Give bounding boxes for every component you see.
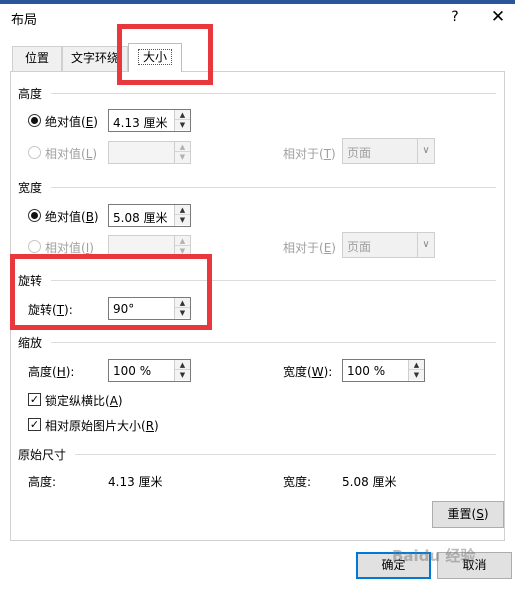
spin-down-icon[interactable]: ▼ [175,152,190,162]
spin-down-icon[interactable]: ▼ [409,370,424,380]
help-button[interactable]: ? [446,8,464,26]
dropdown-arrow-icon: ∨ [417,233,434,257]
scale-section-title: 缩放 [18,336,43,350]
separator [51,93,496,94]
spin-up-icon[interactable]: ▲ [175,142,190,152]
height-relative-to-select[interactable]: 页面 ∨ [342,138,435,164]
spin-up-icon[interactable]: ▲ [175,236,190,246]
spin-up-icon[interactable]: ▲ [175,205,190,215]
original-height-label: 高度: [28,475,57,489]
lock-aspect-checkbox[interactable]: ✓ [28,393,41,406]
highlight-box-tab [117,24,213,85]
height-relative-label: 相对值(L) [45,147,98,161]
original-section-title: 原始尺寸 [18,448,67,462]
original-width-label: 宽度: [283,475,312,489]
close-button[interactable]: ✕ [487,6,509,28]
separator [75,454,496,455]
height-absolute-radio[interactable] [28,114,41,127]
spin-up-icon[interactable]: ▲ [409,360,424,370]
height-section-title: 高度 [18,87,43,101]
scale-width-input[interactable]: 100 % ▲ ▼ [342,359,425,382]
spin-down-icon[interactable]: ▼ [175,120,190,130]
scale-width-label: 宽度(W): [283,365,333,379]
width-absolute-radio[interactable] [28,209,41,222]
separator [51,187,496,188]
checkmark-icon: ✓ [29,393,40,406]
checkmark-icon: ✓ [29,418,40,431]
spin-down-icon[interactable]: ▼ [175,370,190,380]
spin-down-icon[interactable]: ▼ [175,215,190,225]
width-section-title: 宽度 [18,181,43,195]
spin-up-icon[interactable]: ▲ [175,110,190,120]
width-absolute-label: 绝对值(B) [45,210,99,224]
width-absolute-input[interactable]: 5.08 厘米 ▲ ▼ [108,204,191,227]
relative-original-label: 相对原始图片大小(R) [45,419,159,433]
spin-up-icon[interactable]: ▲ [175,360,190,370]
width-relative-to-select[interactable]: 页面 ∨ [342,232,435,258]
width-relative-to-label: 相对于(E) [283,241,336,255]
height-absolute-input[interactable]: 4.13 厘米 ▲ ▼ [108,109,191,132]
original-height-value: 4.13 厘米 [108,475,163,489]
scale-height-label: 高度(H): [28,365,75,379]
height-relative-input[interactable]: ▲ ▼ [108,141,191,164]
relative-original-checkbox[interactable]: ✓ [28,418,41,431]
width-relative-radio[interactable] [28,240,41,253]
title-bar-accent [0,0,515,4]
scale-height-input[interactable]: 100 % ▲ ▼ [108,359,191,382]
height-relative-radio[interactable] [28,146,41,159]
highlight-box-rotate [10,254,212,330]
dropdown-arrow-icon: ∨ [417,139,434,163]
separator [51,342,496,343]
lock-aspect-label: 锁定纵横比(A) [45,394,123,408]
height-absolute-label: 绝对值(E) [45,115,98,129]
original-width-value: 5.08 厘米 [342,475,397,489]
watermark: Baidu 经验 [392,547,476,565]
dialog-title: 布局 [11,13,38,28]
height-relative-to-label: 相对于(T) [283,147,336,161]
tab-position[interactable]: 位置 [12,46,62,71]
reset-button[interactable]: 重置(S) [432,501,504,528]
